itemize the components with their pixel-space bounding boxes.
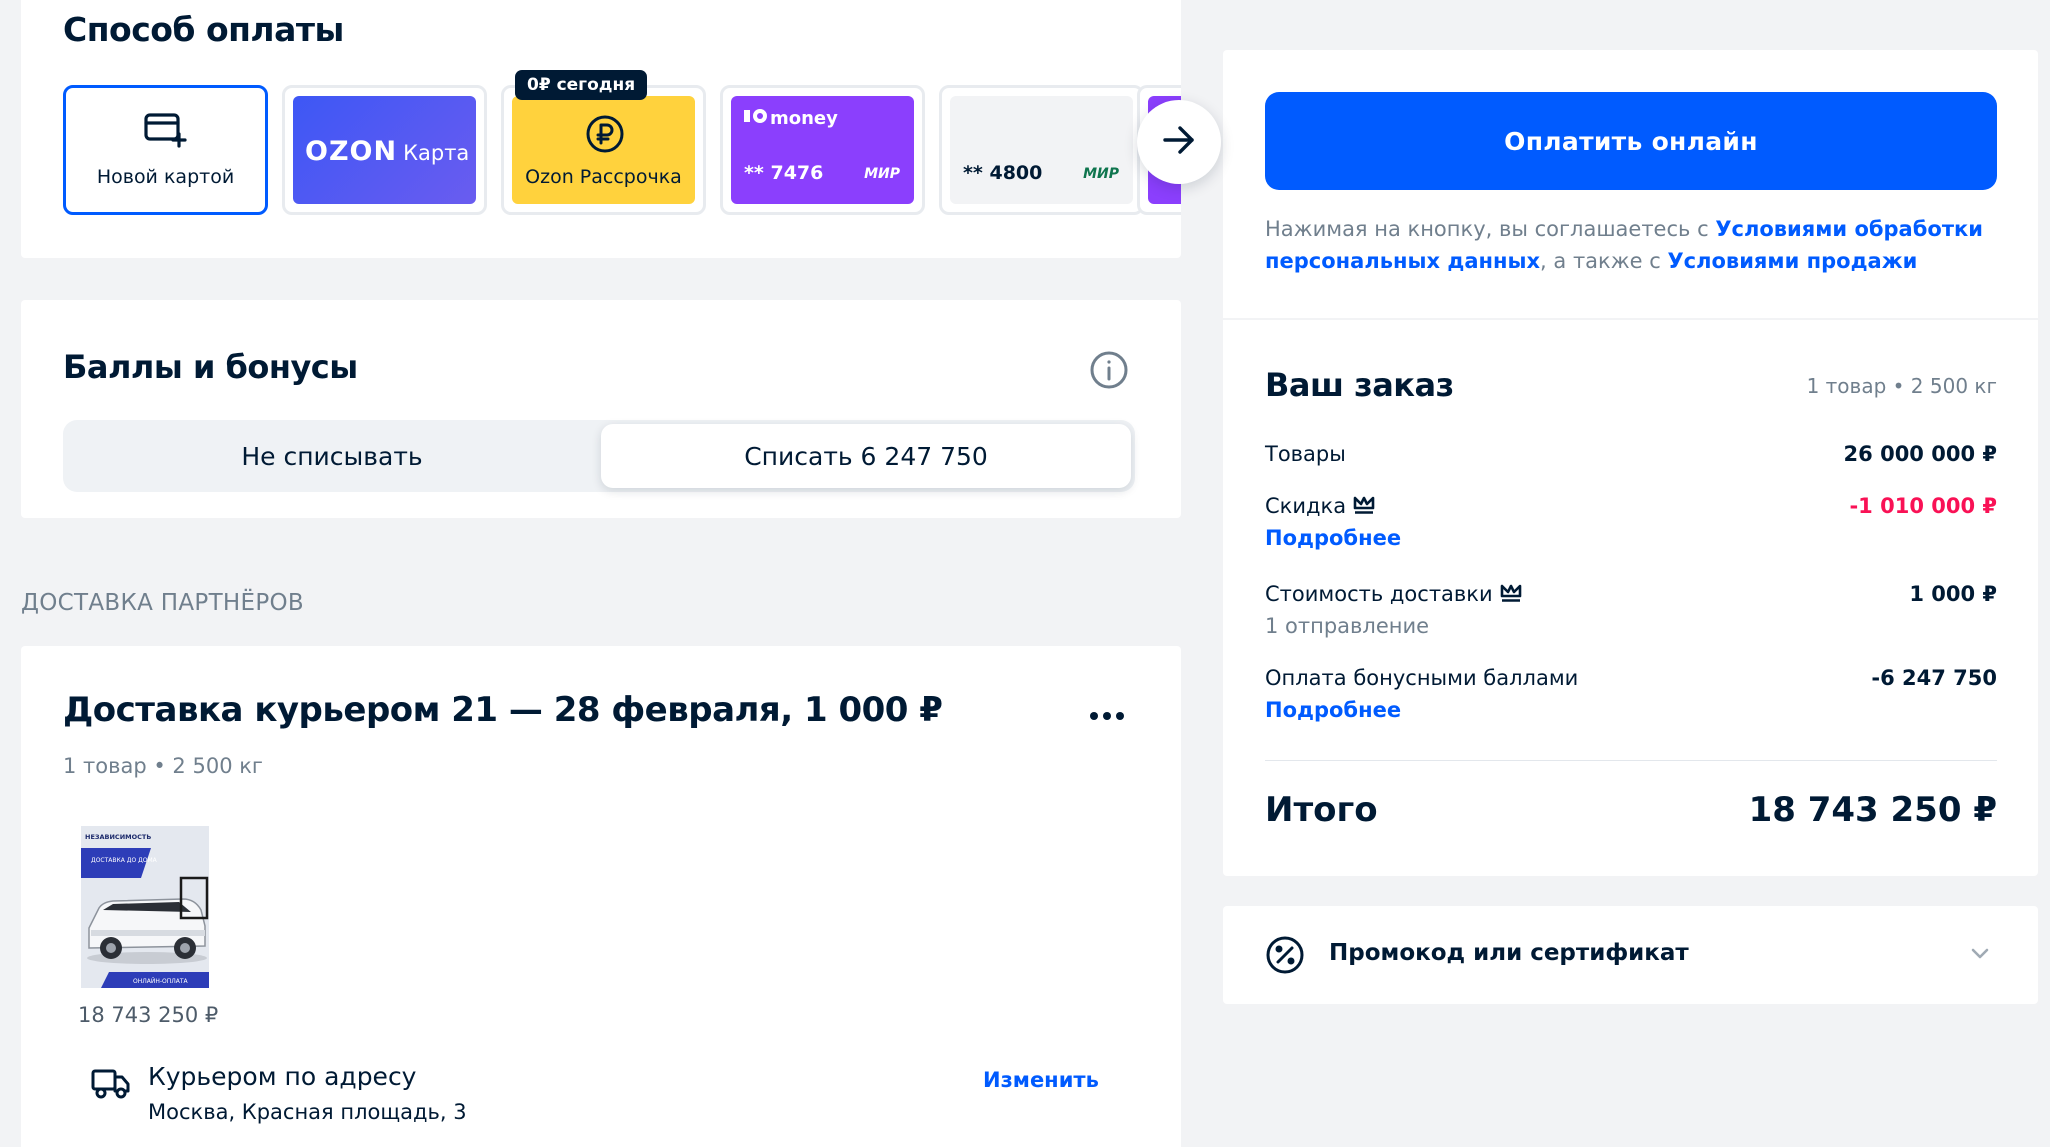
new-card-option[interactable]: Новой картой	[63, 85, 268, 215]
card-plus-icon	[144, 112, 188, 148]
change-address-link[interactable]: Изменить	[983, 1068, 1099, 1092]
product-price: 18 743 250 ₽	[78, 1003, 219, 1027]
saved-card-option[interactable]: ** 4800 МИР	[939, 85, 1144, 215]
payment-method-title: Способ оплаты	[63, 10, 344, 49]
shipping-value: 1 000 ₽	[1909, 582, 1997, 606]
chevron-down-icon[interactable]	[1970, 944, 1990, 964]
crown-icon	[1499, 583, 1523, 603]
new-card-label: Новой картой	[96, 166, 235, 188]
installment-badge: 0₽ сегодня	[515, 70, 648, 100]
divider	[1265, 760, 1997, 761]
delivery-section: Доставка курьером 21 — 28 февраля, 1 000…	[21, 646, 1181, 1147]
bonuses-option-no-spend[interactable]: Не списывать	[67, 424, 597, 488]
bonus-payment-label: Оплата бонусными баллами	[1265, 666, 1579, 690]
sale-terms-link[interactable]: Условиями продажи	[1667, 249, 1917, 273]
product-image-caption-bottom: ОНЛАЙН-ОПЛАТА	[133, 978, 189, 985]
order-title: Ваш заказ	[1265, 366, 1454, 404]
ruble-coin-icon	[585, 114, 625, 154]
product-image-caption-top: НЕЗАВИСИМОСТЬ	[85, 833, 151, 841]
order-meta: 1 товар • 2 500 кг	[1806, 374, 1997, 398]
discount-percent-icon	[1265, 935, 1305, 975]
bonuses-section: Баллы и бонусы Не списывать Списать 6 24…	[21, 300, 1181, 518]
delivery-title: Доставка курьером 21 — 28 февраля, 1 000…	[63, 690, 943, 730]
mir-logo: МИР	[1083, 166, 1119, 182]
info-icon[interactable]	[1089, 350, 1129, 390]
checkout-section: Оплатить онлайн Нажимая на кнопку, вы со…	[1223, 50, 2038, 318]
discount-row: Скидка -1 010 000 ₽ Подробнее	[1265, 494, 1997, 550]
saved-card-number: ** 4800	[963, 162, 1043, 184]
pay-online-button[interactable]: Оплатить онлайн	[1265, 92, 1997, 190]
crown-icon	[1352, 495, 1376, 515]
delivery-meta: 1 товар • 2 500 кг	[63, 754, 263, 778]
bonus-details-link[interactable]: Подробнее	[1265, 698, 1997, 722]
yoomoney-card-face: money ** 7476 МИР	[731, 96, 914, 204]
shipping-label: Стоимость доставки	[1265, 582, 1493, 606]
delivery-truck-icon	[91, 1068, 131, 1100]
arrow-right-icon	[1162, 125, 1196, 159]
delivery-address: Москва, Красная площадь, 3	[148, 1100, 467, 1124]
installment-label: Ozon Рассрочка	[525, 166, 682, 188]
shipment-count: 1 отправление	[1265, 614, 1430, 638]
saved-card-face: ** 4800 МИР	[950, 96, 1133, 204]
installment-option[interactable]: Ozon Рассрочка	[501, 85, 706, 215]
product-thumbnail[interactable]: НЕЗАВИСИМОСТЬ ДОСТАВКА ДО ДОМА ОНЛАЙН-ОП…	[81, 826, 209, 988]
courier-method-title: Курьером по адресу	[148, 1062, 417, 1091]
mir-logo: МИР	[864, 166, 900, 182]
consent-text: Нажимая на кнопку, вы соглашаетесь с Усл…	[1265, 217, 1983, 273]
more-options-icon[interactable]	[1089, 706, 1125, 725]
promo-code-row[interactable]: Промокод или сертификат	[1223, 906, 2038, 1004]
product-image-caption-mid: ДОСТАВКА ДО ДОМА	[91, 857, 158, 864]
partners-delivery-heading: ДОСТАВКА ПАРТНЁРОВ	[21, 590, 304, 616]
shipping-row: Стоимость доставки 1 000 ₽ 1 отправление	[1265, 582, 1997, 638]
discount-value: -1 010 000 ₽	[1849, 494, 1997, 518]
discount-label: Скидка	[1265, 494, 1347, 518]
bonus-payment-value: -6 247 750	[1871, 666, 1997, 690]
installment-card-face: Ozon Рассрочка	[512, 96, 695, 204]
total-value: 18 743 250 ₽	[1748, 790, 1997, 830]
total-label: Итого	[1265, 790, 1378, 830]
bonuses-title: Баллы и бонусы	[63, 348, 358, 386]
ozon-card-logo: OZON Карта	[305, 136, 470, 167]
goods-row: Товары 26 000 000 ₽	[1265, 442, 1997, 466]
promo-code-label: Промокод или сертификат	[1329, 940, 1689, 966]
yoomoney-card-option[interactable]: money ** 7476 МИР	[720, 85, 925, 215]
cards-next-button[interactable]	[1137, 100, 1221, 184]
discount-details-link[interactable]: Подробнее	[1265, 526, 1997, 550]
bonuses-option-spend[interactable]: Списать 6 247 750	[601, 424, 1131, 488]
goods-label: Товары	[1265, 442, 1346, 466]
yoomoney-logo: money	[744, 108, 838, 129]
payment-method-section: Способ оплаты Новой картой OZON Карта Oz…	[21, 0, 1181, 258]
order-summary: Ваш заказ 1 товар • 2 500 кг Товары 26 0…	[1223, 320, 2038, 876]
yoomoney-card-number: ** 7476	[744, 162, 824, 184]
ozon-card-option[interactable]: OZON Карта	[282, 85, 487, 215]
bonuses-toggle: Не списывать Списать 6 247 750	[63, 420, 1135, 492]
bonus-payment-row: Оплата бонусными баллами -6 247 750 Подр…	[1265, 666, 1997, 722]
ozon-card-face: OZON Карта	[293, 96, 476, 204]
goods-value: 26 000 000 ₽	[1843, 442, 1997, 466]
